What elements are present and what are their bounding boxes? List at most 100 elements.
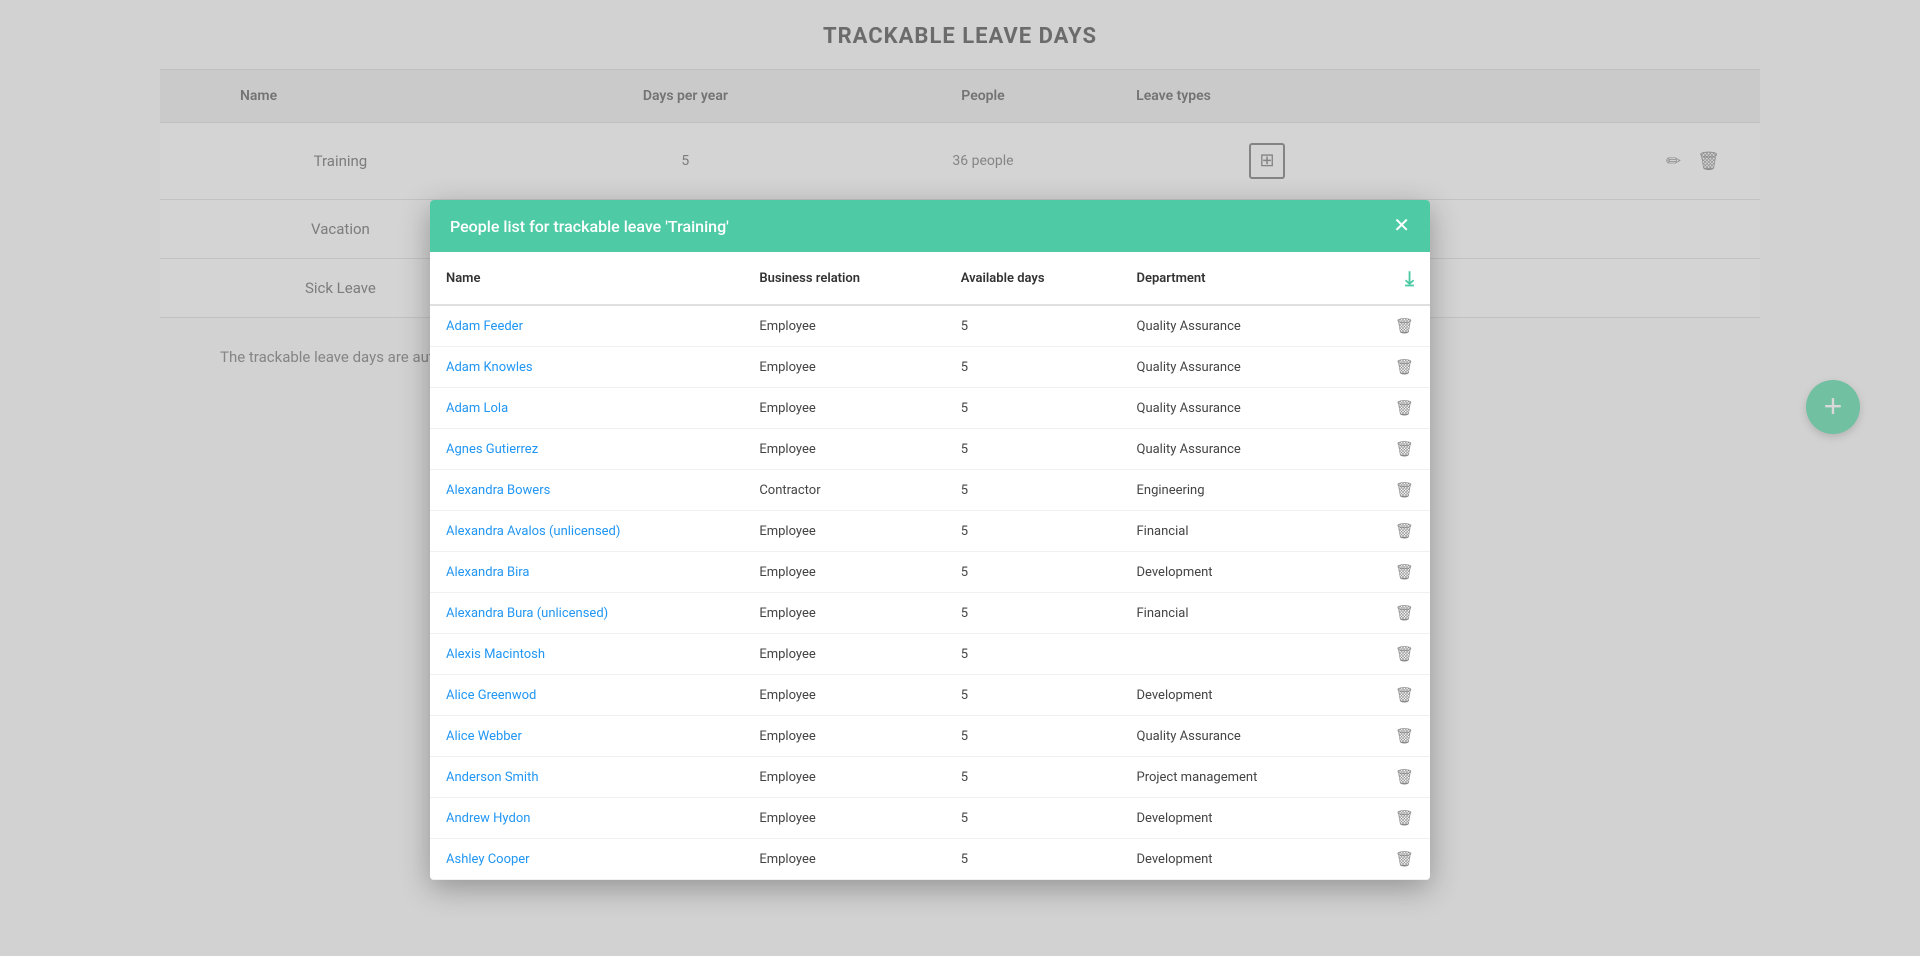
modal-table-row: Agnes GutierrezEmployee5Quality Assuranc… [430, 429, 1430, 470]
person-available-days: 5 [945, 429, 1121, 470]
person-available-days: 5 [945, 839, 1121, 880]
modal-table-row: Alice GreenwodEmployee5Development 🗑 [430, 675, 1430, 716]
modal-header: People list for trackable leave 'Trainin… [430, 200, 1430, 252]
person-available-days: 5 [945, 675, 1121, 716]
modal-col-department: Department [1121, 252, 1353, 305]
person-delete[interactable]: 🗑 [1352, 798, 1430, 839]
trash-icon[interactable]: 🗑 [1395, 768, 1414, 786]
person-available-days: 5 [945, 511, 1121, 552]
person-business-relation: Employee [743, 757, 944, 798]
trash-icon[interactable]: 🗑 [1395, 604, 1414, 622]
modal-table: Name Business relation Available days De… [430, 252, 1430, 880]
person-department: Development [1121, 839, 1353, 880]
trash-icon[interactable]: 🗑 [1395, 850, 1414, 868]
person-name[interactable]: Alexandra Bowers [430, 470, 743, 511]
trash-icon[interactable]: 🗑 [1395, 522, 1414, 540]
modal-table-row: Andrew HydonEmployee5Development 🗑 [430, 798, 1430, 839]
person-department: Financial [1121, 511, 1353, 552]
trash-icon[interactable]: 🗑 [1395, 809, 1414, 827]
person-name[interactable]: Alice Greenwod [430, 675, 743, 716]
person-delete[interactable]: 🗑 [1352, 388, 1430, 429]
person-business-relation: Employee [743, 388, 944, 429]
trash-icon[interactable]: 🗑 [1395, 686, 1414, 704]
person-delete[interactable]: 🗑 [1352, 716, 1430, 757]
modal-table-row: Anderson SmithEmployee5Project managemen… [430, 757, 1430, 798]
trash-icon[interactable]: 🗑 [1395, 358, 1414, 376]
modal-close-button[interactable]: ✕ [1393, 216, 1410, 236]
person-name[interactable]: Alexandra Avalos (unlicensed) [430, 511, 743, 552]
person-business-relation: Employee [743, 347, 944, 388]
modal-table-row: Alexandra BiraEmployee5Development🗑 [430, 552, 1430, 593]
person-delete[interactable]: 🗑 [1352, 511, 1430, 552]
person-available-days: 5 [945, 593, 1121, 634]
person-department: Project management [1121, 757, 1353, 798]
person-name[interactable]: Adam Feeder [430, 305, 743, 347]
modal-col-name: Name [430, 252, 743, 305]
trash-icon[interactable]: 🗑 [1395, 727, 1414, 745]
person-delete[interactable]: 🗑 [1352, 675, 1430, 716]
modal-body: Name Business relation Available days De… [430, 252, 1430, 880]
person-delete[interactable]: 🗑 [1352, 839, 1430, 880]
person-name[interactable]: Alexandra Bira [430, 552, 743, 593]
modal-table-row: Adam LolaEmployee5Quality Assurance 🗑 [430, 388, 1430, 429]
person-name[interactable]: Andrew Hydon [430, 798, 743, 839]
modal-table-row: Alexandra Bura (unlicensed)Employee5Fina… [430, 593, 1430, 634]
trash-icon[interactable]: 🗑 [1395, 399, 1414, 417]
person-name[interactable]: Alexandra Bura (unlicensed) [430, 593, 743, 634]
person-available-days: 5 [945, 757, 1121, 798]
people-list-modal: People list for trackable leave 'Trainin… [430, 200, 1430, 880]
person-delete[interactable]: 🗑 [1352, 757, 1430, 798]
modal-table-row: Adam KnowlesEmployee5Quality Assurance🗑 [430, 347, 1430, 388]
person-department: Quality Assurance [1121, 347, 1353, 388]
person-department: Quality Assurance [1121, 388, 1353, 429]
person-delete[interactable]: 🗑 [1352, 470, 1430, 511]
modal-col-available-days: Available days [945, 252, 1121, 305]
person-department: Quality Assurance [1121, 305, 1353, 347]
person-business-relation: Employee [743, 675, 944, 716]
person-department: Engineering [1121, 470, 1353, 511]
person-business-relation: Employee [743, 593, 944, 634]
trash-icon[interactable]: 🗑 [1395, 317, 1414, 335]
person-business-relation: Employee [743, 798, 944, 839]
person-name[interactable]: Ashley Cooper [430, 839, 743, 880]
person-delete[interactable]: 🗑 [1352, 305, 1430, 347]
modal-table-row: Alice WebberEmployee5Quality Assurance🗑 [430, 716, 1430, 757]
person-department: Quality Assurance [1121, 716, 1353, 757]
person-department: Development [1121, 798, 1353, 839]
person-delete[interactable]: 🗑 [1352, 429, 1430, 470]
trash-icon[interactable]: 🗑 [1395, 645, 1414, 663]
person-name[interactable]: Agnes Gutierrez [430, 429, 743, 470]
trash-icon[interactable]: 🗑 [1395, 481, 1414, 499]
person-department: Quality Assurance [1121, 429, 1353, 470]
person-available-days: 5 [945, 552, 1121, 593]
modal-table-row: Alexandra BowersContractor5Engineering🗑 [430, 470, 1430, 511]
modal-table-row: Alexandra Avalos (unlicensed)Employee5Fi… [430, 511, 1430, 552]
person-name[interactable]: Alice Webber [430, 716, 743, 757]
person-business-relation: Employee [743, 305, 944, 347]
page-container: TRACKABLE LEAVE DAYS Name Days per year … [0, 0, 1920, 956]
modal-table-row: Ashley CooperEmployee5Development🗑 [430, 839, 1430, 880]
person-delete[interactable]: 🗑 [1352, 347, 1430, 388]
trash-icon[interactable]: 🗑 [1395, 440, 1414, 458]
person-available-days: 5 [945, 388, 1121, 429]
person-name[interactable]: Alexis Macintosh [430, 634, 743, 675]
download-icon[interactable]: ⤓ [1405, 266, 1414, 290]
modal-title: People list for trackable leave 'Trainin… [450, 217, 729, 236]
person-name[interactable]: Adam Knowles [430, 347, 743, 388]
person-delete[interactable]: 🗑 [1352, 634, 1430, 675]
person-business-relation: Employee [743, 716, 944, 757]
trash-icon[interactable]: 🗑 [1395, 563, 1414, 581]
person-department: Development [1121, 675, 1353, 716]
person-department [1121, 634, 1353, 675]
person-name[interactable]: Adam Lola [430, 388, 743, 429]
person-delete[interactable]: 🗑 [1352, 593, 1430, 634]
modal-table-row: Alexis MacintoshEmployee5🗑 [430, 634, 1430, 675]
person-department: Financial [1121, 593, 1353, 634]
person-delete[interactable]: 🗑 [1352, 552, 1430, 593]
person-available-days: 5 [945, 798, 1121, 839]
person-business-relation: Employee [743, 511, 944, 552]
person-available-days: 5 [945, 634, 1121, 675]
person-department: Development [1121, 552, 1353, 593]
person-name[interactable]: Anderson Smith [430, 757, 743, 798]
person-available-days: 5 [945, 305, 1121, 347]
